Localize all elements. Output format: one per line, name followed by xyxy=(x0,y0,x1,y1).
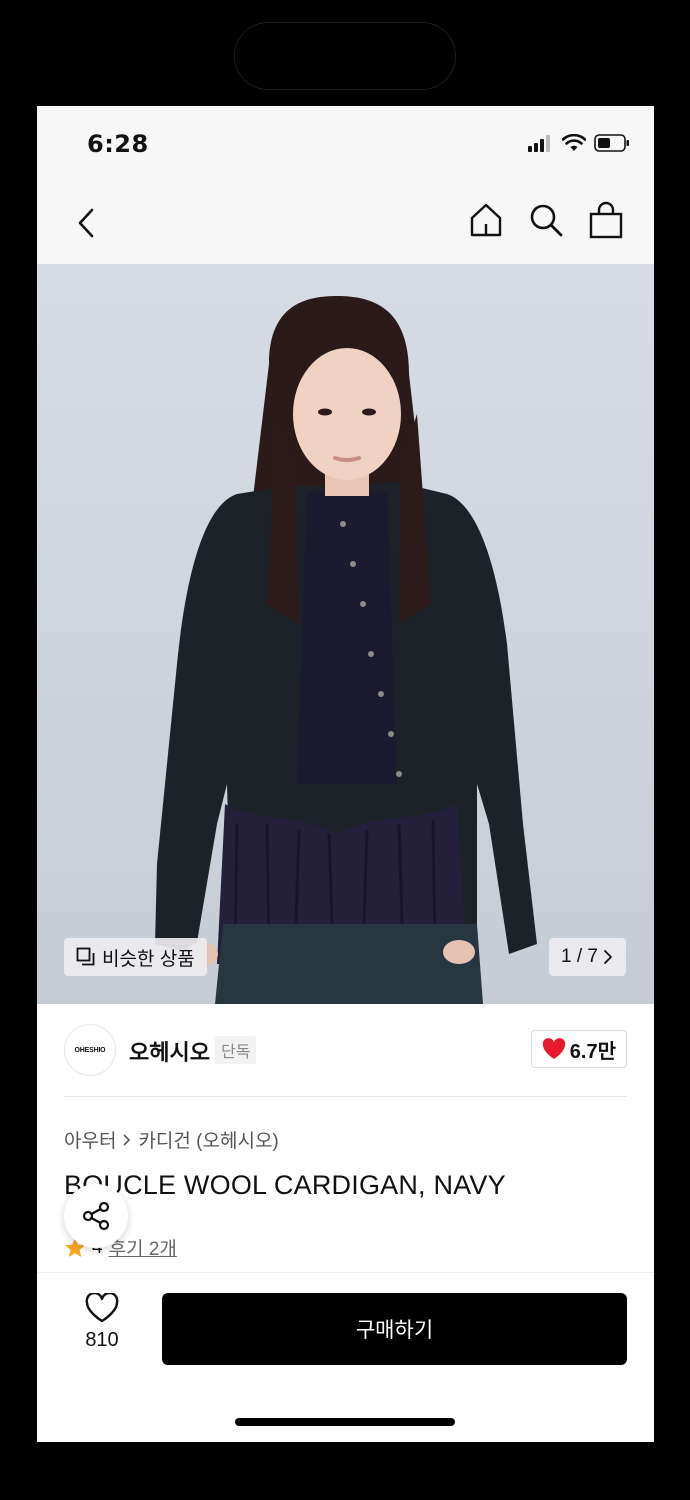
brand-name[interactable]: 오헤시오 xyxy=(129,1035,210,1067)
top-nav-bar xyxy=(37,182,654,264)
home-indicator[interactable] xyxy=(235,1418,455,1426)
breadcrumb-item-outer[interactable]: 아우터 xyxy=(64,1126,116,1153)
search-button[interactable] xyxy=(528,200,564,240)
signal-icon xyxy=(528,134,554,157)
image-counter-text: 1 / 7 xyxy=(561,946,598,967)
bag-icon xyxy=(589,201,623,239)
back-button[interactable] xyxy=(71,204,101,242)
home-button[interactable] xyxy=(468,200,504,240)
product-title: BOUCLE WOOL CARDIGAN, NAVY xyxy=(64,1170,506,1200)
section-divider xyxy=(64,1096,627,1097)
brand-logo-text: OHESHIO xyxy=(74,1046,106,1054)
nav-actions xyxy=(468,200,624,240)
image-counter[interactable]: 1 / 7 xyxy=(549,938,626,976)
heart-outline-icon xyxy=(85,1293,119,1323)
search-icon xyxy=(530,204,563,237)
wishlist-button[interactable]: 810 xyxy=(73,1293,131,1352)
copy-icon xyxy=(76,947,95,966)
device-notch xyxy=(234,22,456,90)
similar-products-button[interactable]: 비슷한 상품 xyxy=(64,938,207,976)
product-photo xyxy=(155,296,537,1004)
status-time: 6:28 xyxy=(87,130,149,158)
product-image-carousel[interactable]: 비슷한 상품 1 / 7 xyxy=(37,264,654,1004)
share-icon xyxy=(82,1201,110,1231)
status-bar: 6:28 xyxy=(37,106,654,182)
heart-filled-icon xyxy=(542,1038,565,1059)
brand-row[interactable]: OHESHIO 오헤시오 단독 6.7만 xyxy=(37,1004,654,1096)
brand-like-count: 6.7만 xyxy=(569,1040,616,1063)
share-button[interactable] xyxy=(64,1184,128,1248)
home-icon xyxy=(470,203,502,237)
breadcrumb-item-cardigan[interactable]: 카디건 (오헤시오) xyxy=(138,1126,278,1153)
bottom-action-bar: 810 구매하기 xyxy=(37,1273,654,1442)
brand-logo[interactable]: OHESHIO xyxy=(64,1024,116,1076)
brand-like-button[interactable]: 6.7만 xyxy=(530,1030,627,1068)
exclusive-badge: 단독 xyxy=(215,1036,257,1064)
wishlist-count: 810 xyxy=(85,1329,119,1351)
app-screen: 6:28 비슷한 상품 1 / 7 OHESHIO 오헤시오 단독 6.7만 아… xyxy=(37,106,654,1442)
similar-products-label: 비슷한 상품 xyxy=(102,948,195,970)
category-breadcrumb: 아우터 카디건 (오헤시오) xyxy=(64,1126,279,1153)
back-icon xyxy=(78,208,94,238)
battery-icon xyxy=(594,133,630,157)
wifi-icon xyxy=(561,133,587,157)
chevron-right-icon xyxy=(123,1133,131,1146)
buy-button[interactable]: 구매하기 xyxy=(162,1293,627,1365)
chevron-right-icon xyxy=(604,950,612,964)
status-icons xyxy=(528,133,630,157)
cart-button[interactable] xyxy=(588,200,624,240)
